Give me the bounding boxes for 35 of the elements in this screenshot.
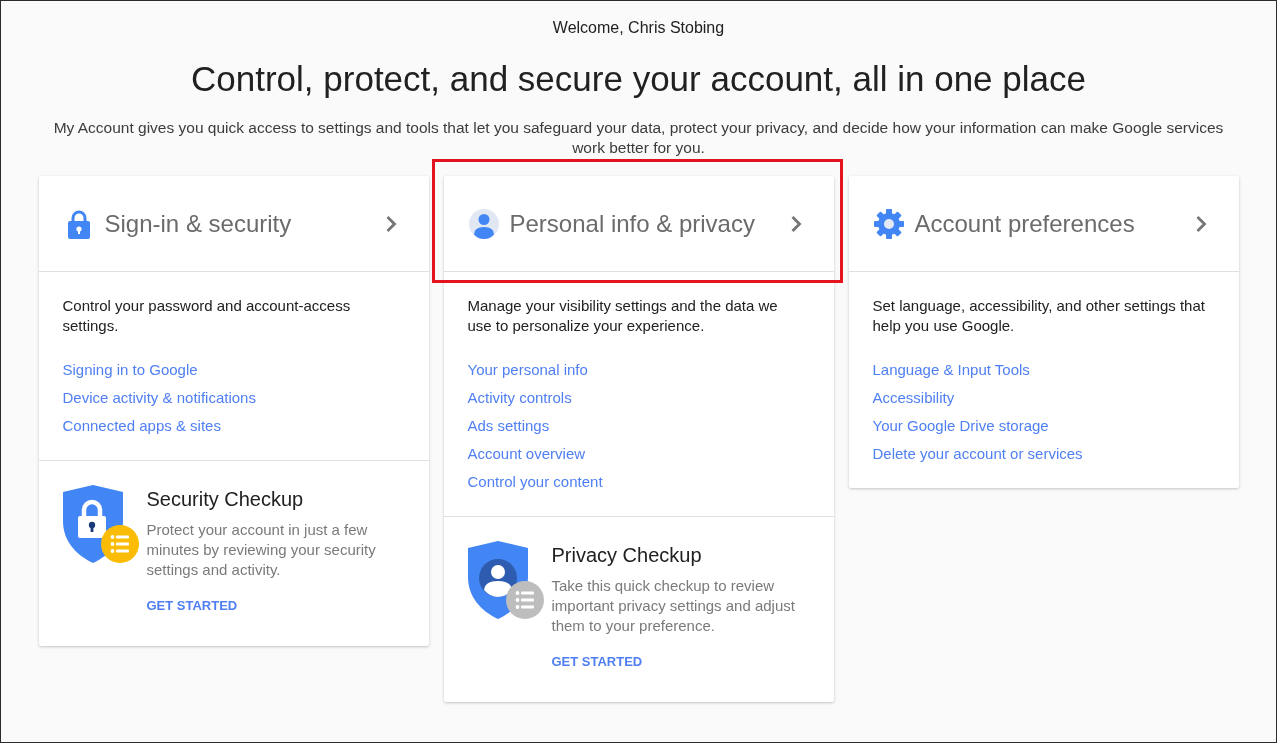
- welcome-text: Welcome, Chris Stobing: [552, 18, 725, 38]
- settings-link[interactable]: Control your content: [467, 472, 603, 492]
- get-started-link[interactable]: GET STARTED: [146, 596, 238, 616]
- checkup-description: Protect your account in just a few minutes by reviewing your security settings and activity.: [146, 520, 377, 580]
- settings-link[interactable]: Your personal info: [467, 360, 588, 380]
- settings-link[interactable]: Activity controls: [467, 388, 572, 408]
- shield-lock-icon: [62, 485, 139, 563]
- settings-link[interactable]: Your Google Drive storage: [872, 416, 1049, 436]
- checkup-description: Take this quick checkup to review important privacy settings and adjust them to your preference.: [551, 576, 796, 636]
- card-description: Control your password and account-access settings.: [62, 296, 352, 336]
- chevron-right-icon[interactable]: [384, 214, 397, 233]
- card-description: Set language, accessibility, and other settings that help you use Google.: [872, 296, 1206, 336]
- section-title-link[interactable]: Sign-in & security: [104, 209, 385, 238]
- checkup-title: Security Checkup: [146, 487, 304, 512]
- settings-link[interactable]: Connected apps & sites: [62, 416, 221, 436]
- settings-link[interactable]: Language & Input Tools: [872, 360, 1030, 380]
- chevron-right-icon[interactable]: [1194, 214, 1207, 233]
- page-headline: Control, protect, and secure your account, all in one place: [191, 58, 1086, 100]
- settings-link[interactable]: Signing in to Google: [62, 360, 198, 380]
- settings-link[interactable]: Device activity & notifications: [62, 388, 256, 408]
- chevron-right-icon[interactable]: [789, 214, 802, 233]
- person-icon: [468, 208, 499, 239]
- lock-icon: [66, 208, 91, 239]
- settings-icon: [873, 208, 904, 239]
- get-started-link[interactable]: GET STARTED: [551, 652, 643, 672]
- settings-link[interactable]: Accessibility: [872, 388, 955, 408]
- settings-link[interactable]: Account overview: [467, 444, 586, 464]
- shield-person-icon: [467, 541, 544, 619]
- section-title-link[interactable]: Personal info & privacy: [509, 209, 790, 238]
- section-title-link[interactable]: Account preferences: [914, 209, 1195, 238]
- card-description: Manage your visibility settings and the data we use to personalize your experience.: [467, 296, 779, 336]
- intro-paragraph: My Account gives you quick access to settings and tools that let you safeguard your data, protect your privacy, and decide how your information can make Google services work better for you.: [52, 118, 1225, 158]
- settings-link[interactable]: Delete your account or services: [872, 444, 1083, 464]
- settings-link[interactable]: Ads settings: [467, 416, 550, 436]
- checkup-title: Privacy Checkup: [551, 543, 702, 568]
